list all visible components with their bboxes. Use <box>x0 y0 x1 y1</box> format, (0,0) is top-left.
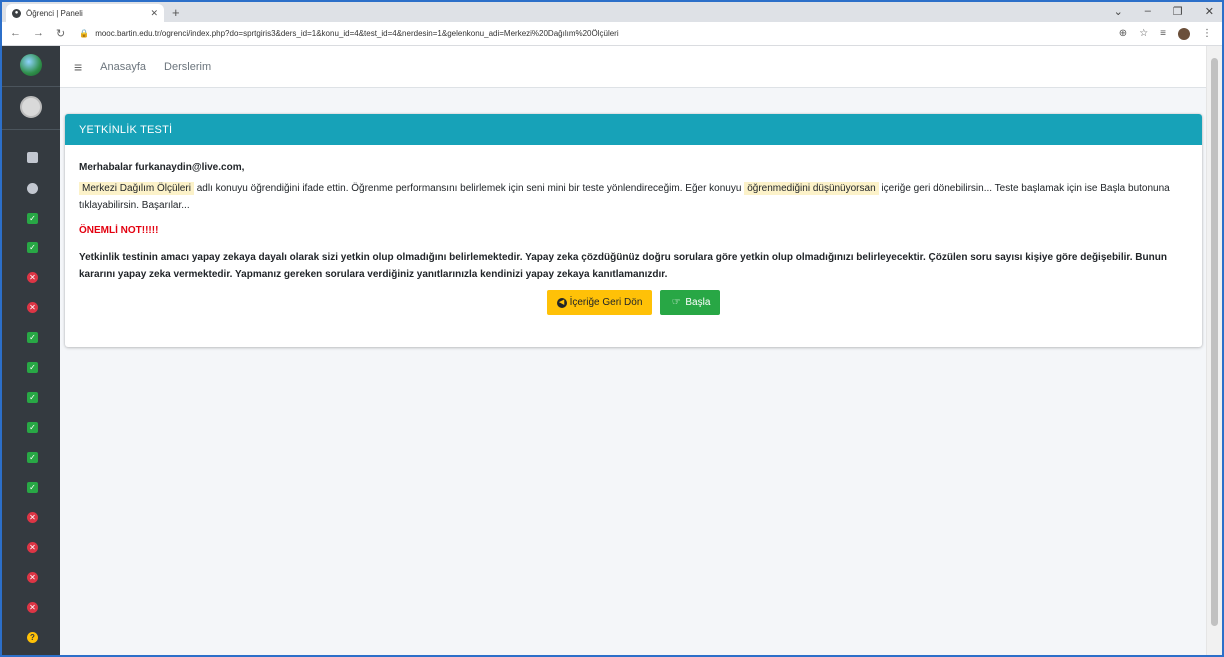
minimize-icon[interactable]: – <box>1145 5 1151 18</box>
x-circle-icon[interactable]: ✕ <box>27 272 38 283</box>
browser-tab[interactable]: ● Öğrenci | Paneli ✕ <box>6 4 164 22</box>
x-circle-icon[interactable]: ✕ <box>27 542 38 553</box>
sidebar-divider <box>2 129 60 130</box>
close-tab-icon[interactable]: ✕ <box>150 8 158 19</box>
x-circle-icon[interactable]: ✕ <box>27 302 38 313</box>
card-title: YETKİNLİK TESTİ <box>65 114 1202 145</box>
url-field[interactable]: 🔒 mooc.bartin.edu.tr/ogrenci/index.php?d… <box>79 25 1119 43</box>
check-icon[interactable]: ✓ <box>27 332 38 343</box>
topic-highlight: Merkezi Dağılım Ölçüleri <box>79 182 194 195</box>
hand-point-right-icon: ☞ <box>671 297 681 308</box>
back-icon[interactable]: ← <box>10 27 21 40</box>
check-icon[interactable]: ✓ <box>27 213 38 224</box>
check-icon[interactable]: ✓ <box>27 452 38 463</box>
menu-icon[interactable]: ⋮ <box>1202 28 1212 39</box>
start-button-label: Başla <box>685 297 711 308</box>
explanation-paragraph: Yetkinlik testinin amacı yapay zekaya da… <box>79 252 1167 280</box>
tab-search-icon[interactable]: ⌄ <box>1114 5 1123 18</box>
forward-icon[interactable]: → <box>33 27 44 40</box>
reload-icon[interactable]: ↻ <box>56 27 65 40</box>
hamburger-icon[interactable]: ≡ <box>74 59 82 75</box>
sidebar-divider <box>2 86 60 87</box>
nav-home-link[interactable]: Anasayfa <box>100 61 146 73</box>
address-bar: ← → ↻ 🔒 mooc.bartin.edu.tr/ogrenci/index… <box>2 22 1222 46</box>
scrollbar-thumb[interactable] <box>1211 58 1218 626</box>
new-tab-button[interactable]: + <box>172 5 180 20</box>
page-scrollbar[interactable] <box>1206 46 1222 655</box>
gauge-icon[interactable] <box>27 183 38 194</box>
check-icon[interactable]: ✓ <box>27 482 38 493</box>
intro-paragraph: Merkezi Dağılım Ölçüleri adlı konuyu öğr… <box>79 180 1188 214</box>
important-note: ÖNEMLİ NOT!!!!! <box>79 225 159 236</box>
user-avatar[interactable] <box>20 96 42 118</box>
arrow-left-circle-icon: ◀ <box>556 297 567 308</box>
window-controls: ⌄ – ❐ ✕ <box>1114 5 1214 18</box>
check-icon[interactable]: ✓ <box>27 392 38 403</box>
back-to-content-button[interactable]: ◀ İçeriğe Geri Dön <box>546 290 653 315</box>
browser-window: ● Öğrenci | Paneli ✕ + ⌄ – ❐ ✕ ← → ↻ 🔒 m… <box>0 0 1224 657</box>
sidebar: ✓ ✓ ✕ ✕ ✓ ✓ ✓ ✓ ✓ ✓ ✕ ✕ ✕ ✕ ? <box>2 46 60 655</box>
x-circle-icon[interactable]: ✕ <box>27 602 38 613</box>
start-button[interactable]: ☞ Başla <box>660 290 721 315</box>
lock-icon: 🔒 <box>79 29 90 38</box>
tab-title: Öğrenci | Paneli <box>26 8 83 18</box>
brand-logo[interactable] <box>20 54 42 76</box>
back-button-label: İçeriğe Geri Dön <box>569 297 643 308</box>
x-circle-icon[interactable]: ✕ <box>27 572 38 583</box>
competency-test-card: YETKİNLİK TESTİ Merhabalar furkanaydin@l… <box>65 114 1202 347</box>
url-text: mooc.bartin.edu.tr/ogrenci/index.php?do=… <box>95 29 619 38</box>
globe-icon: ● <box>12 8 21 18</box>
star-icon[interactable]: ☆ <box>1139 28 1148 39</box>
greeting: Merhabalar furkanaydin@live.com, <box>79 162 245 173</box>
check-icon[interactable]: ✓ <box>27 242 38 253</box>
maximize-icon[interactable]: ❐ <box>1173 5 1183 18</box>
intro-text-1: adlı konuyu öğrendiğini ifade ettin. Öğr… <box>193 183 745 194</box>
zoom-icon[interactable]: ⊕ <box>1119 28 1127 39</box>
check-icon[interactable]: ✓ <box>27 362 38 373</box>
close-window-icon[interactable]: ✕ <box>1205 5 1214 18</box>
tab-bar: ● Öğrenci | Paneli ✕ + ⌄ – ❐ ✕ <box>2 2 1222 22</box>
top-navbar: ≡ Anasayfa Derslerim <box>60 46 1208 88</box>
x-circle-icon[interactable]: ✕ <box>27 512 38 523</box>
document-icon[interactable] <box>27 152 38 163</box>
nav-courses-link[interactable]: Derslerim <box>164 61 211 73</box>
reading-list-icon[interactable]: ≡ <box>1160 28 1166 39</box>
button-group: ◀ İçeriğe Geri Dön ☞ Başla <box>79 290 1188 315</box>
not-learned-highlight: öğrenmediğini düşünüyorsan <box>744 182 879 195</box>
profile-avatar[interactable] <box>1178 27 1190 40</box>
card-body: Merhabalar furkanaydin@live.com, Merkezi… <box>65 145 1202 325</box>
check-icon[interactable]: ✓ <box>27 422 38 433</box>
question-icon[interactable]: ? <box>27 632 38 643</box>
